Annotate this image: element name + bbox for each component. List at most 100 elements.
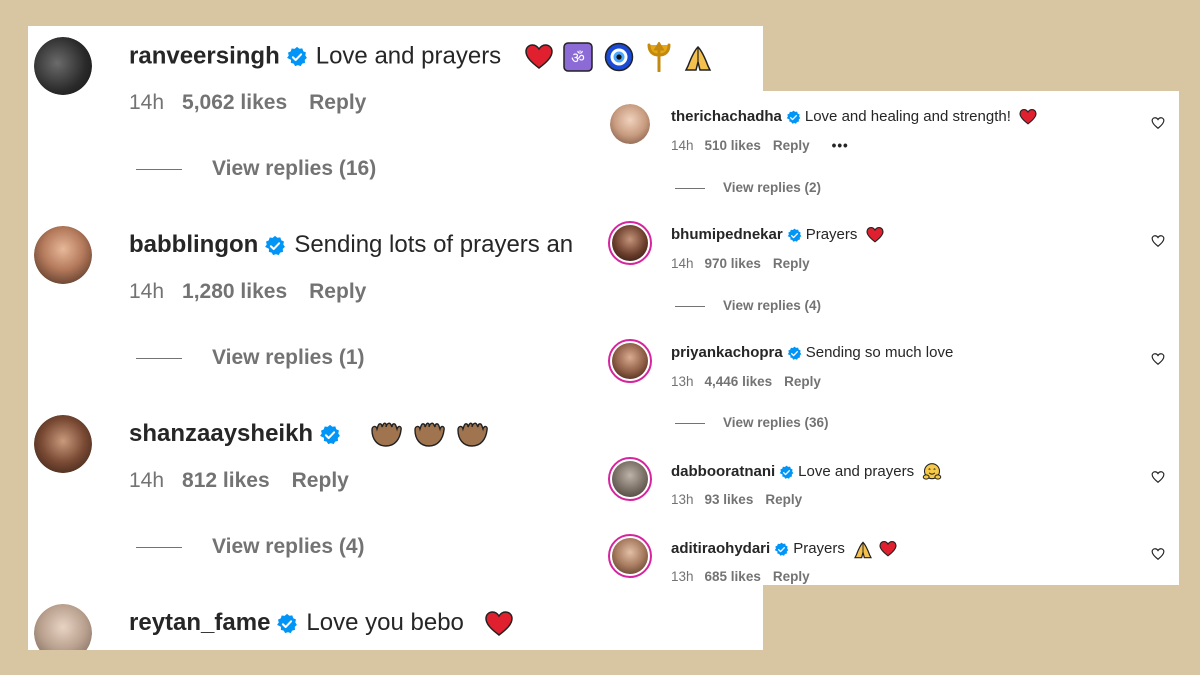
username[interactable]: bhumipednekar [671, 226, 783, 243]
comment-text: Love and healing and strength! [804, 108, 1011, 125]
avatar[interactable] [34, 37, 92, 95]
reply-button[interactable]: Reply [773, 138, 810, 153]
comment-time: 13h [671, 374, 694, 389]
likes-count[interactable]: 510 likes [705, 138, 761, 153]
likes-count[interactable]: 1,280 likes [182, 280, 287, 303]
avatar[interactable] [34, 604, 92, 650]
comment-line: therichachadha Love and healing and stren… [671, 108, 1037, 125]
palms-up-emoji [414, 422, 445, 447]
comment-text: Prayers [805, 226, 858, 243]
comments-panel-right: therichachadha Love and healing and stren… [598, 91, 1179, 585]
verified-badge-icon [779, 465, 794, 479]
comment-meta: 13h 4,446 likes Reply [671, 374, 821, 389]
likes-count[interactable]: 4,446 likes [705, 374, 773, 389]
username[interactable]: therichachadha [671, 108, 782, 125]
red-heart-emoji [1019, 109, 1037, 125]
comment-time: 13h [671, 569, 694, 584]
comment-meta: 13h 685 likes Reply [671, 569, 810, 584]
red-heart-emoji [865, 227, 884, 243]
verified-badge-icon [265, 235, 286, 255]
username[interactable]: dabbooratnani [671, 463, 775, 480]
username[interactable]: priyankachopra [671, 344, 783, 361]
reply-button[interactable]: Reply [773, 569, 810, 584]
comment-text: Love you bebo [306, 609, 464, 636]
hugging-face-emoji [923, 463, 942, 480]
likes-count[interactable]: 5,062 likes [182, 91, 287, 114]
divider-line [136, 546, 182, 548]
verified-badge-icon [286, 46, 307, 67]
comment-time: 14h [671, 256, 694, 271]
comment-line: reytan_fame Love you bebo [129, 609, 513, 637]
comment-time: 14h [129, 91, 165, 114]
view-replies-button[interactable]: View replies (16) [136, 157, 376, 181]
likes-count[interactable]: 812 likes [182, 469, 270, 492]
reply-button[interactable]: Reply [292, 469, 349, 492]
comment-time: 14h [671, 138, 694, 153]
heart-outline-icon[interactable] [1151, 352, 1165, 366]
view-replies-label: View replies (4) [212, 535, 365, 558]
reply-button[interactable]: Reply [765, 492, 802, 507]
comment-meta: 14h 5,062 likes Reply [129, 91, 366, 115]
palms-up-emoji [371, 422, 403, 447]
username[interactable]: ranveersingh [129, 42, 280, 69]
red-heart-emoji [485, 610, 513, 636]
reply-button[interactable]: Reply [773, 256, 810, 271]
comment-text: Prayers [793, 539, 845, 557]
comment-text: Love and prayers [798, 462, 915, 480]
view-replies-button[interactable]: View replies (1) [136, 346, 365, 370]
more-options-button[interactable]: ••• [832, 138, 849, 153]
reply-button[interactable]: Reply [309, 91, 366, 114]
comment-meta: 14h 1,280 likes Reply [129, 280, 366, 304]
comment-line: priyankachopra Sending so much love [671, 344, 953, 361]
reply-button[interactable]: Reply [784, 374, 821, 389]
avatar[interactable] [610, 104, 650, 144]
folded-hands-emoji [854, 541, 873, 559]
avatar[interactable] [34, 415, 92, 473]
comment-time: 13h [671, 492, 694, 507]
verified-badge-icon [320, 424, 340, 444]
view-replies-button[interactable]: View replies (4) [675, 298, 821, 313]
comment-line: dabbooratnani Love and prayers [671, 462, 942, 482]
heart-outline-icon[interactable] [1151, 116, 1165, 130]
view-replies-label: View replies (36) [723, 415, 829, 430]
om-symbol-icon: ॐ [563, 42, 593, 72]
comment-time: 14h [129, 280, 165, 303]
heart-outline-icon[interactable] [1151, 234, 1165, 248]
comment-meta: 14h 970 likes Reply [671, 256, 810, 271]
likes-count[interactable]: 685 likes [705, 569, 761, 584]
comment-line: shanzaaysheikh [129, 420, 488, 448]
divider-line [136, 357, 182, 359]
avatar[interactable] [608, 457, 652, 501]
view-replies-button[interactable]: View replies (2) [675, 180, 821, 195]
heart-outline-icon[interactable] [1151, 470, 1165, 484]
comment-meta: 14h 812 likes Reply [129, 469, 349, 493]
username[interactable]: babblingon [129, 231, 258, 258]
comment-line: ranveersingh Love and prayers ॐ [129, 42, 713, 72]
view-replies-button[interactable]: View replies (36) [675, 415, 829, 430]
comment-meta: 13h 93 likes Reply [671, 492, 802, 507]
trident-icon [647, 42, 671, 72]
avatar[interactable] [34, 226, 92, 284]
verified-badge-icon [277, 613, 298, 633]
svg-text:ॐ: ॐ [571, 49, 585, 67]
view-replies-button[interactable]: View replies (4) [136, 535, 365, 559]
username[interactable]: aditiraohydari [671, 540, 770, 557]
nazar-amulet-icon [604, 42, 634, 72]
avatar[interactable] [608, 221, 652, 265]
likes-count[interactable]: 93 likes [705, 492, 754, 507]
username[interactable]: reytan_fame [129, 609, 270, 636]
avatar[interactable] [608, 534, 652, 578]
verified-badge-icon [774, 542, 789, 556]
comment-line: bhumipednekar Prayers [671, 226, 884, 243]
avatar[interactable] [608, 339, 652, 383]
verified-badge-icon [787, 346, 801, 360]
likes-count[interactable]: 970 likes [705, 256, 761, 271]
reply-button[interactable]: Reply [309, 280, 366, 303]
comment-time: 14h [129, 469, 165, 492]
comment-text: Sending lots of prayers an [294, 231, 574, 258]
folded-hands-icon [685, 45, 712, 71]
username[interactable]: shanzaaysheikh [129, 420, 313, 447]
comment-line: babblingon Sending lots of prayers an [129, 231, 573, 259]
heart-outline-icon[interactable] [1151, 547, 1165, 561]
divider-line [675, 187, 705, 189]
